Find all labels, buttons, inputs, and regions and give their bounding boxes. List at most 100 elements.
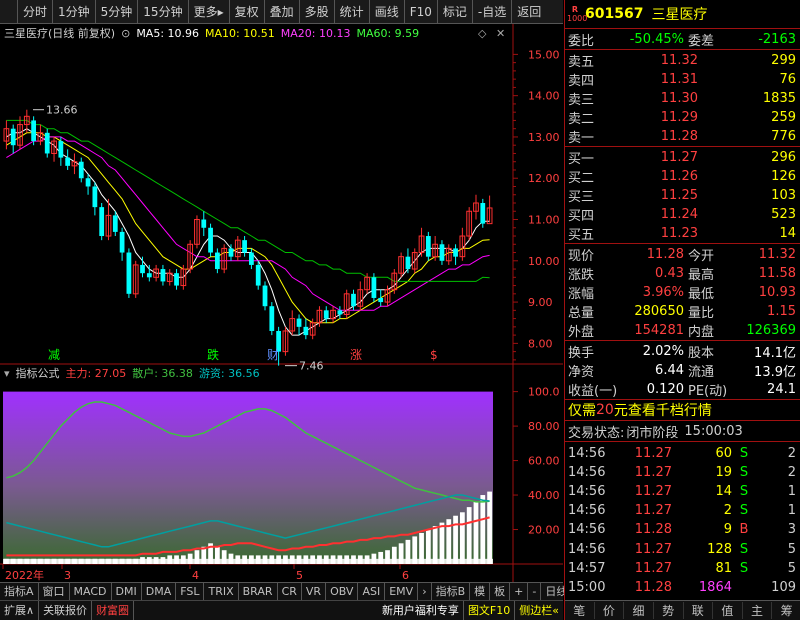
new-user-promo-button[interactable]: 新用户福利专享 bbox=[378, 600, 464, 620]
indicator-bar bbox=[296, 555, 302, 564]
event-marker: $ bbox=[430, 348, 438, 362]
tick-side: S bbox=[739, 464, 749, 480]
indicator-bar bbox=[72, 558, 77, 564]
related-quote-button[interactable]: 关联报价 bbox=[39, 600, 93, 620]
indicator-bar bbox=[92, 558, 98, 564]
expand-button[interactable]: 扩展∧ bbox=[0, 600, 40, 620]
indicator-bar bbox=[330, 555, 336, 564]
tab-trix[interactable]: TRIX bbox=[204, 582, 239, 601]
ask-label: 卖四 bbox=[568, 73, 595, 89]
tab-indicator-a[interactable]: 指标A bbox=[0, 582, 39, 601]
ask-price: 11.28 bbox=[660, 129, 698, 145]
tab-obv[interactable]: OBV bbox=[326, 582, 359, 601]
main-candlestick-chart[interactable]: 15.00 14.00 13.00 12.00 11.00 10.00 9.00 8.00 13… bbox=[0, 24, 563, 373]
indicator-bar bbox=[58, 558, 64, 564]
candle-body-down bbox=[58, 141, 64, 158]
stat-label: 涨跌 bbox=[568, 267, 595, 283]
tab-chips[interactable]: 筹 bbox=[772, 602, 800, 619]
tab-main[interactable]: 主 bbox=[743, 602, 773, 619]
tab-dmi[interactable]: DMI bbox=[112, 582, 142, 601]
tab-vr[interactable]: VR bbox=[302, 582, 327, 601]
stat-label: 外盘 bbox=[568, 325, 595, 341]
indicator-bar bbox=[351, 555, 356, 564]
tab-template-2[interactable]: 板 bbox=[490, 582, 511, 601]
tick-count: 5 bbox=[787, 541, 796, 557]
tab-macd[interactable]: MACD bbox=[70, 582, 112, 601]
indicator-tabs: 指标A 窗口 MACD DMI DMA FSL TRIX BRAR CR VR … bbox=[0, 582, 567, 601]
indicator-bar bbox=[405, 539, 411, 564]
tick-time: 14:56 bbox=[568, 522, 606, 538]
toolbar-multi[interactable]: 多股 bbox=[300, 0, 335, 24]
bid-price: 11.27 bbox=[660, 149, 698, 165]
tick-count: 1 bbox=[787, 484, 796, 500]
indicator-bar bbox=[180, 555, 186, 564]
zoom-in-button[interactable]: + bbox=[510, 582, 529, 601]
tab-brar[interactable]: BRAR bbox=[239, 582, 278, 601]
indicator-bar bbox=[269, 555, 275, 564]
fund-value: 6.44 bbox=[655, 362, 684, 378]
toolbar-f10[interactable]: F10 bbox=[405, 0, 438, 24]
collapse-arrow-icon[interactable]: ▾ bbox=[4, 367, 10, 380]
stat-row: 涨跌 0.43 最高 11.58 bbox=[565, 263, 800, 283]
bid-row: 买三 11.25 103 bbox=[565, 185, 800, 205]
sidebar-toggle-button[interactable]: 侧边栏« bbox=[515, 601, 563, 620]
wealth-circle-button[interactable]: 财富圈 bbox=[92, 600, 135, 620]
tab-emv[interactable]: EMV bbox=[385, 582, 419, 601]
indicator-chart[interactable]: 100.0 80.00 60.00 40.00 20.00 2022年 3 4 5 6 bbox=[0, 364, 563, 582]
tab-dma[interactable]: DMA bbox=[142, 582, 177, 601]
toolbar-1min[interactable]: 1分钟 bbox=[53, 0, 96, 24]
toolbar-mark[interactable]: 标记 bbox=[438, 0, 473, 24]
tab-fsl[interactable]: FSL bbox=[176, 582, 205, 601]
toolbar-15min[interactable]: 15分钟 bbox=[138, 0, 189, 24]
tab-scroll-right[interactable]: › bbox=[418, 582, 432, 601]
toolbar-draw[interactable]: 画线 bbox=[370, 0, 405, 24]
tab-related[interactable]: 联 bbox=[684, 602, 714, 619]
candle-body-down bbox=[99, 207, 105, 237]
tick-time: 14:56 bbox=[568, 484, 606, 500]
toolbar-watchlist[interactable]: -自选 bbox=[473, 0, 513, 24]
tick-price: 11.28 bbox=[634, 580, 672, 596]
tab-price[interactable]: 价 bbox=[595, 602, 625, 619]
toolbar-adjust[interactable]: 复权 bbox=[230, 0, 265, 24]
indicator-bar bbox=[459, 512, 465, 564]
tab-window[interactable]: 窗口 bbox=[39, 582, 70, 601]
tab-value[interactable]: 值 bbox=[713, 602, 743, 619]
indicator-bar bbox=[160, 557, 166, 564]
bid-label: 买二 bbox=[568, 170, 595, 186]
toolbar-more[interactable]: 更多▸ bbox=[189, 0, 230, 24]
toolbar-stats[interactable]: 统计 bbox=[335, 0, 370, 24]
tick-row: 14:56 11.27 60 S 2 bbox=[565, 443, 800, 463]
zoom-out-button[interactable]: - bbox=[528, 582, 542, 601]
tick-row: 14:56 11.28 9 B 3 bbox=[565, 520, 800, 540]
toolbar-5min[interactable]: 5分钟 bbox=[96, 0, 139, 24]
toolbar-overlay[interactable]: 叠加 bbox=[265, 0, 300, 24]
indicator-bar bbox=[38, 558, 43, 564]
f10-graphic-button[interactable]: 图文F10 bbox=[464, 600, 516, 620]
tab-trades[interactable]: 笔 bbox=[565, 602, 595, 619]
stat-label: 涨幅 bbox=[568, 287, 595, 303]
tab-cr[interactable]: CR bbox=[278, 582, 302, 601]
event-marker: 跌 bbox=[207, 347, 219, 362]
toolbar-back[interactable]: 返回 bbox=[512, 0, 546, 24]
tick-row: 14:56 11.27 19 S 2 bbox=[565, 462, 800, 482]
indicator-bar bbox=[17, 558, 23, 564]
tick-volume: 60 bbox=[715, 445, 732, 461]
tab-template-1[interactable]: 模 bbox=[470, 582, 491, 601]
x-axis-label: 4 bbox=[192, 569, 199, 582]
candle-body-down bbox=[405, 256, 411, 270]
divider bbox=[565, 441, 800, 442]
indicator-bar bbox=[262, 555, 268, 564]
tick-row: 14:56 11.27 128 S 5 bbox=[565, 539, 800, 559]
toolbar-timeshare[interactable]: 分时 bbox=[18, 0, 54, 24]
tab-asi[interactable]: ASI bbox=[358, 582, 386, 601]
tab-detail[interactable]: 细 bbox=[624, 602, 654, 619]
candle-body-down bbox=[78, 161, 84, 179]
indicator-bar bbox=[31, 558, 37, 564]
tick-price: 11.27 bbox=[634, 503, 672, 519]
tab-trend[interactable]: 势 bbox=[654, 602, 684, 619]
candle-body-down bbox=[439, 244, 445, 261]
main-force-label: 主力: 27.05 bbox=[65, 367, 127, 380]
tab-indicator-b[interactable]: 指标B bbox=[432, 582, 471, 601]
menu-icon[interactable] bbox=[0, 0, 18, 24]
promo-row[interactable]: 仅需 20 元查看千档行情 bbox=[565, 400, 800, 420]
